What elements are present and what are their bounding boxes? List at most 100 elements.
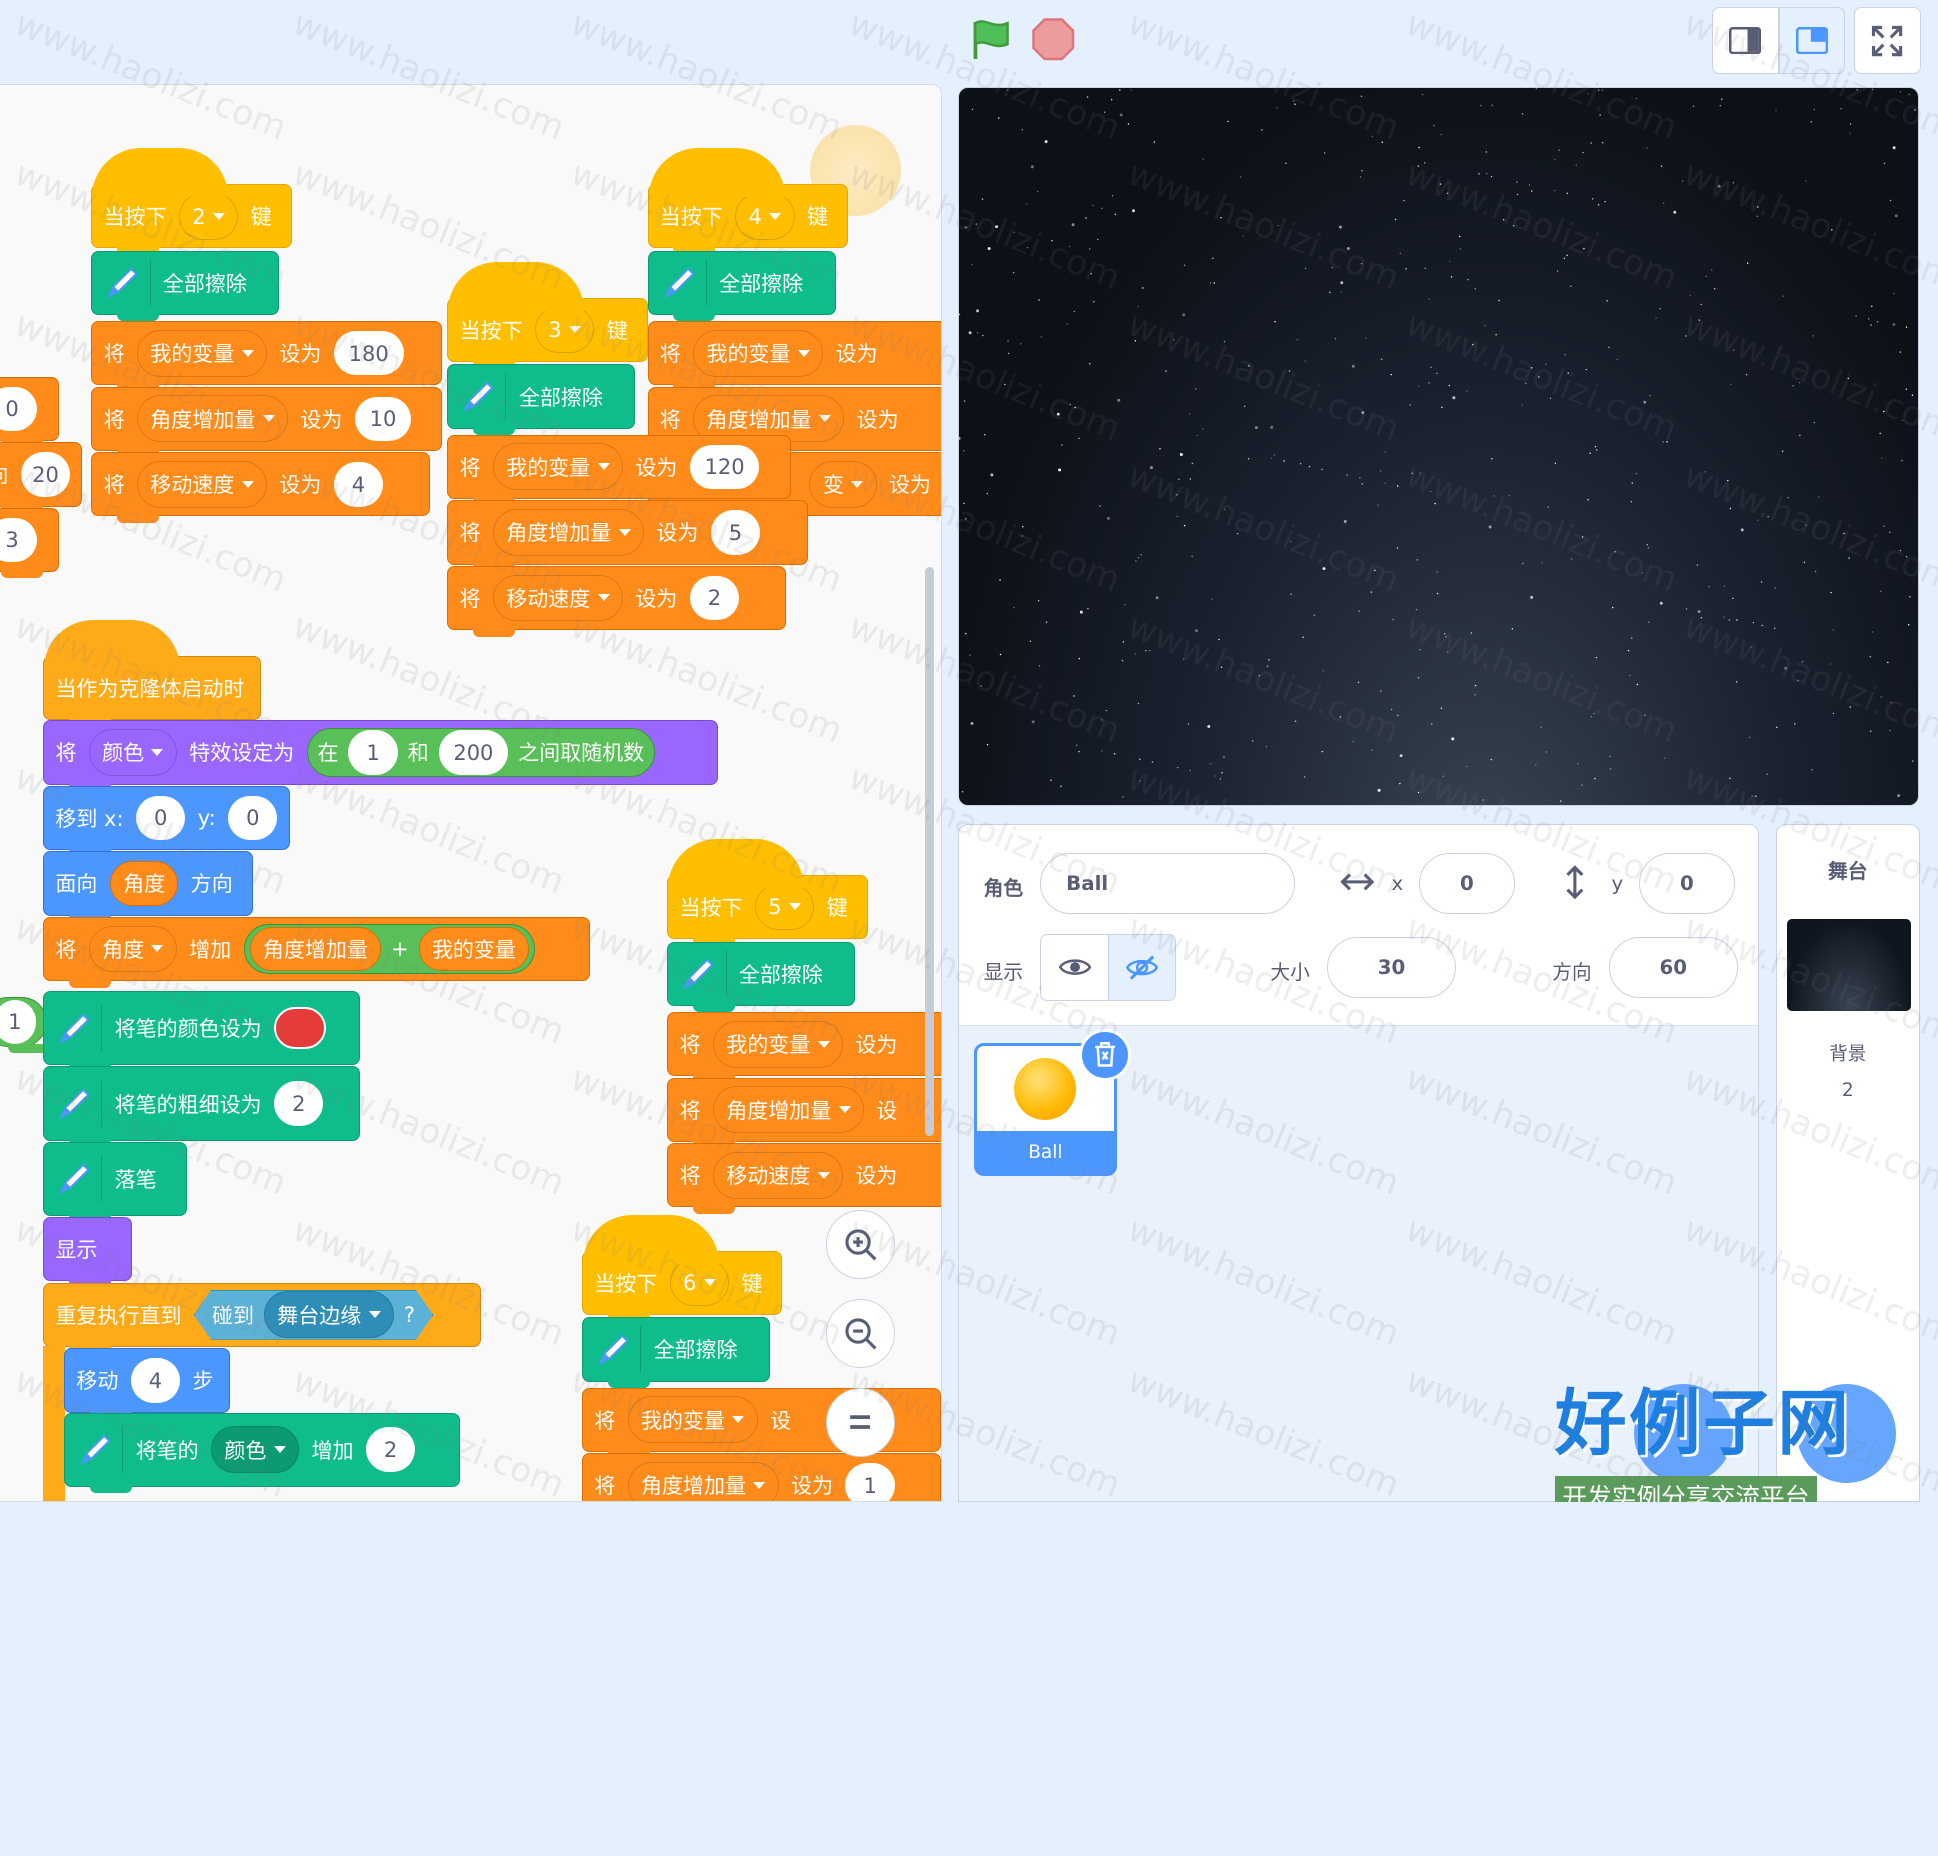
repeat-until-block[interactable]: 重复执行直到 碰到 舞台边缘 ? <box>43 1283 481 1347</box>
partial-block-c[interactable]: 3 <box>0 508 59 572</box>
set-effect-block[interactable]: 将 颜色 特效设定为 在 1 和 200 之间取随机数 <box>43 720 718 784</box>
key-dropdown[interactable]: 4 <box>735 193 795 240</box>
pen-down-block[interactable]: 落笔 <box>43 1142 186 1216</box>
set-var-block[interactable]: 将 我的变量 设为 120 <box>447 435 791 499</box>
variable-dropdown[interactable]: 角度增加量 <box>137 395 288 442</box>
variable-dropdown[interactable]: 移动速度 <box>137 461 267 508</box>
value-input[interactable]: 2 <box>690 576 739 620</box>
vertical-scrollbar[interactable] <box>925 567 935 1136</box>
key-dropdown[interactable]: 2 <box>179 193 239 240</box>
zoom-out-button[interactable] <box>826 1299 895 1368</box>
go-to-xy-block[interactable]: 移到 x: 0 y: 0 <box>43 786 290 850</box>
change-var-block[interactable]: 将 角度 增加 角度增加量 + 我的变量 <box>43 917 589 981</box>
variable-dropdown[interactable]: 角度 <box>89 926 177 973</box>
value-slot[interactable]: 1 <box>0 1000 36 1044</box>
value-input[interactable]: 4 <box>334 462 383 506</box>
delete-sprite-button[interactable] <box>1079 1029 1131 1081</box>
value-input[interactable]: 4 <box>131 1358 180 1402</box>
small-stage-button[interactable] <box>1712 7 1779 74</box>
size-input[interactable]: 30 <box>1327 937 1456 999</box>
partial-block-b[interactable]: 向20 <box>0 442 82 506</box>
touching-block[interactable]: 碰到 舞台边缘 ? <box>194 1290 434 1339</box>
variable-reporter[interactable]: 我的变量 <box>419 927 530 971</box>
when-key-3-pressed[interactable]: 当按下 3 键 <box>447 298 647 362</box>
variable-dropdown[interactable]: 我的变量 <box>137 330 267 377</box>
variable-dropdown[interactable]: 移动速度 <box>493 575 623 622</box>
set-var-block[interactable]: 将 角度增加量 设 <box>667 1078 941 1142</box>
set-var-block[interactable]: 将 移动速度 设为 4 <box>91 452 430 516</box>
variable-dropdown[interactable]: 移动速度 <box>713 1152 843 1199</box>
variable-dropdown[interactable]: 我的变量 <box>493 443 623 490</box>
variable-reporter[interactable]: 角度增加量 <box>250 927 382 971</box>
variable-dropdown[interactable]: 我的变量 <box>713 1021 843 1068</box>
value-input[interactable]: 1 <box>845 1463 894 1502</box>
partial-block-a[interactable]: 0 <box>0 377 59 441</box>
code-workspace[interactable]: 0 向20 3 1 当按下 2 键 全部擦除 将 我的变量 设为 180 将 角… <box>0 84 942 1502</box>
zoom-reset-button[interactable] <box>826 1388 895 1457</box>
when-key-2-pressed[interactable]: 当按下 2 键 <box>91 184 291 248</box>
sprite-name-field[interactable]: Ball <box>1040 853 1295 915</box>
erase-all-block[interactable]: 全部擦除 <box>582 1317 770 1381</box>
partial-block-d[interactable]: 1 <box>0 997 47 1046</box>
green-flag-icon[interactable] <box>968 17 1012 61</box>
value-input[interactable]: 200 <box>439 730 509 774</box>
set-var-block[interactable]: 将 移动速度 设为 2 <box>447 566 786 630</box>
x-input[interactable]: 0 <box>136 796 185 840</box>
when-key-4-pressed[interactable]: 当按下 4 键 <box>648 184 848 248</box>
erase-all-block[interactable]: 全部擦除 <box>91 251 279 315</box>
value-input[interactable]: 2 <box>366 1427 415 1471</box>
set-var-block[interactable]: 将 角度增加量 设为 10 <box>91 387 442 451</box>
set-var-block[interactable]: 将 角度增加量 设为 1 <box>582 1453 940 1501</box>
y-input[interactable]: 0 <box>1639 853 1735 915</box>
variable-reporter[interactable]: 角度 <box>110 861 179 905</box>
variable-dropdown[interactable]: 我的变量 <box>693 330 823 377</box>
erase-all-block[interactable]: 全部擦除 <box>667 942 855 1006</box>
set-var-block[interactable]: 将 我的变量 设为 <box>667 1012 941 1076</box>
set-var-block[interactable]: 将 我的变量 设为 180 <box>91 321 442 385</box>
zoom-in-button[interactable] <box>826 1210 895 1279</box>
when-key-5-pressed[interactable]: 当按下 5 键 <box>667 875 867 939</box>
set-var-block[interactable]: 将 移动速度 设为 <box>667 1143 941 1207</box>
set-pen-color-block[interactable]: 将笔的颜色设为 <box>43 991 359 1065</box>
key-dropdown[interactable]: 3 <box>535 306 595 353</box>
set-pen-size-block[interactable]: 将笔的粗细设为 2 <box>43 1066 359 1140</box>
move-steps-block[interactable]: 移动 4 步 <box>64 1348 230 1412</box>
variable-dropdown[interactable]: 角度增加量 <box>493 509 644 556</box>
value-input[interactable]: 180 <box>334 331 404 375</box>
sprite-tile[interactable]: Ball <box>974 1043 1117 1176</box>
normal-stage-button[interactable] <box>1779 7 1846 74</box>
change-pen-param-block[interactable]: 将笔的 颜色 增加 2 <box>64 1413 460 1487</box>
erase-all-block[interactable]: 全部擦除 <box>648 251 836 315</box>
effect-dropdown[interactable]: 颜色 <box>89 729 177 776</box>
direction-input[interactable]: 60 <box>1609 937 1738 999</box>
value-slot[interactable]: 3 <box>0 518 37 562</box>
value-input[interactable]: 5 <box>711 510 760 554</box>
key-dropdown[interactable]: 5 <box>755 884 815 931</box>
set-var-block[interactable]: 将 角度增加量 设为 5 <box>447 500 808 564</box>
value-input[interactable]: 120 <box>690 445 760 489</box>
touch-target-dropdown[interactable]: 舞台边缘 <box>264 1291 394 1338</box>
value-input[interactable]: 2 <box>274 1081 323 1125</box>
key-dropdown[interactable]: 6 <box>670 1259 730 1306</box>
value-slot[interactable]: 0 <box>0 387 37 431</box>
y-input[interactable]: 0 <box>228 796 277 840</box>
show-block[interactable]: 显示 <box>43 1217 132 1281</box>
stop-icon[interactable] <box>1031 17 1075 61</box>
pen-param-dropdown[interactable]: 颜色 <box>211 1426 299 1473</box>
value-input[interactable]: 10 <box>355 397 411 441</box>
variable-dropdown[interactable]: 我的变量 <box>628 1396 758 1443</box>
pick-random-block[interactable]: 在 1 和 200 之间取随机数 <box>307 728 655 777</box>
value-slot[interactable]: 20 <box>21 452 70 496</box>
color-swatch[interactable] <box>274 1007 326 1049</box>
when-key-6-pressed[interactable]: 当按下 6 键 <box>582 1251 782 1315</box>
point-in-direction-block[interactable]: 面向 角度 方向 <box>43 851 253 915</box>
fullscreen-button[interactable] <box>1854 7 1921 74</box>
add-operator[interactable]: 角度增加量 + 我的变量 <box>244 924 536 973</box>
show-button[interactable] <box>1041 935 1108 1000</box>
set-var-block[interactable]: 将 我的变量 设为 <box>648 321 942 385</box>
value-input[interactable]: 1 <box>348 730 397 774</box>
variable-dropdown[interactable]: 角度增加量 <box>713 1086 864 1133</box>
variable-dropdown[interactable]: 变 <box>809 461 876 508</box>
when-start-as-clone[interactable]: 当作为克隆体启动时 <box>43 656 261 720</box>
erase-all-block[interactable]: 全部擦除 <box>447 364 635 428</box>
